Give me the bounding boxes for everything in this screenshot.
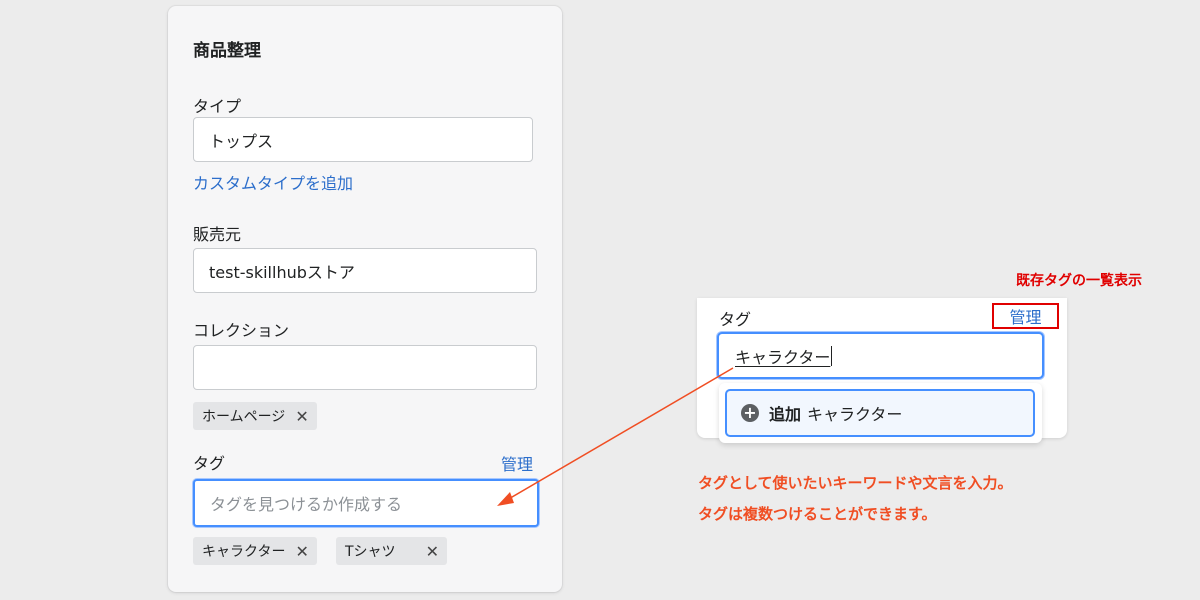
manage-link-text: 管理	[1009, 308, 1042, 327]
input-annotation-line1: タグとして使いたいキーワードや文言を入力。	[698, 474, 1013, 492]
tags-search-input[interactable]: タグを見つけるか作成する	[193, 479, 539, 527]
tag-chip-character: キャラクター ✕	[193, 537, 317, 565]
add-custom-type-link[interactable]: カスタムタイプを追加	[193, 170, 353, 194]
typed-tag-value: キャラクター	[735, 347, 831, 367]
manage-annotation: 既存タグの一覧表示	[1016, 273, 1142, 289]
tags-manage-link[interactable]: 管理	[501, 451, 533, 475]
input-annotation-line2: タグは複数つけることができます。	[698, 505, 937, 523]
add-option-value: キャラクター	[807, 405, 903, 424]
close-icon[interactable]: ✕	[426, 542, 439, 561]
close-icon[interactable]: ✕	[295, 542, 308, 561]
collections-label: コレクション	[193, 321, 290, 340]
type-label: タイプ	[193, 97, 242, 116]
type-value: トップス	[209, 131, 274, 151]
chip-label: キャラクター	[202, 544, 286, 560]
type-field[interactable]: トップス	[193, 117, 533, 162]
tag-input-callout: タグ 管理 キャラクター + 追加 キャラクター	[697, 298, 1067, 443]
tags-label: タグ	[193, 454, 226, 473]
callout-tags-label: タグ	[719, 310, 752, 329]
chip-label: ホームページ	[202, 409, 286, 425]
add-action-label: 追加	[769, 405, 802, 424]
card-title: 商品整理	[193, 41, 261, 61]
collections-field[interactable]	[193, 345, 537, 390]
callout-manage-link[interactable]: 管理	[992, 303, 1059, 329]
chip-label: Tシャツ	[345, 544, 396, 560]
product-organization-card: 商品整理 タイプ トップス カスタムタイプを追加 販売元 test-skillh…	[168, 6, 562, 592]
vendor-field[interactable]: test-skillhubストア	[193, 248, 537, 293]
vendor-label: 販売元	[193, 225, 242, 244]
vendor-value: test-skillhubストア	[209, 262, 355, 282]
add-tag-option[interactable]: + 追加 キャラクター	[725, 389, 1035, 437]
tags-placeholder: タグを見つけるか作成する	[210, 495, 403, 514]
collection-chip-homepage: ホームページ ✕	[193, 402, 317, 430]
plus-circle-icon: +	[741, 404, 759, 422]
close-icon[interactable]: ✕	[295, 407, 308, 426]
text-caret	[831, 345, 833, 366]
tag-chip-tshirt: Tシャツ ✕	[336, 537, 447, 565]
callout-tag-input[interactable]: キャラクター	[717, 332, 1044, 379]
tag-suggestion-dropdown: + 追加 キャラクター	[719, 383, 1042, 443]
